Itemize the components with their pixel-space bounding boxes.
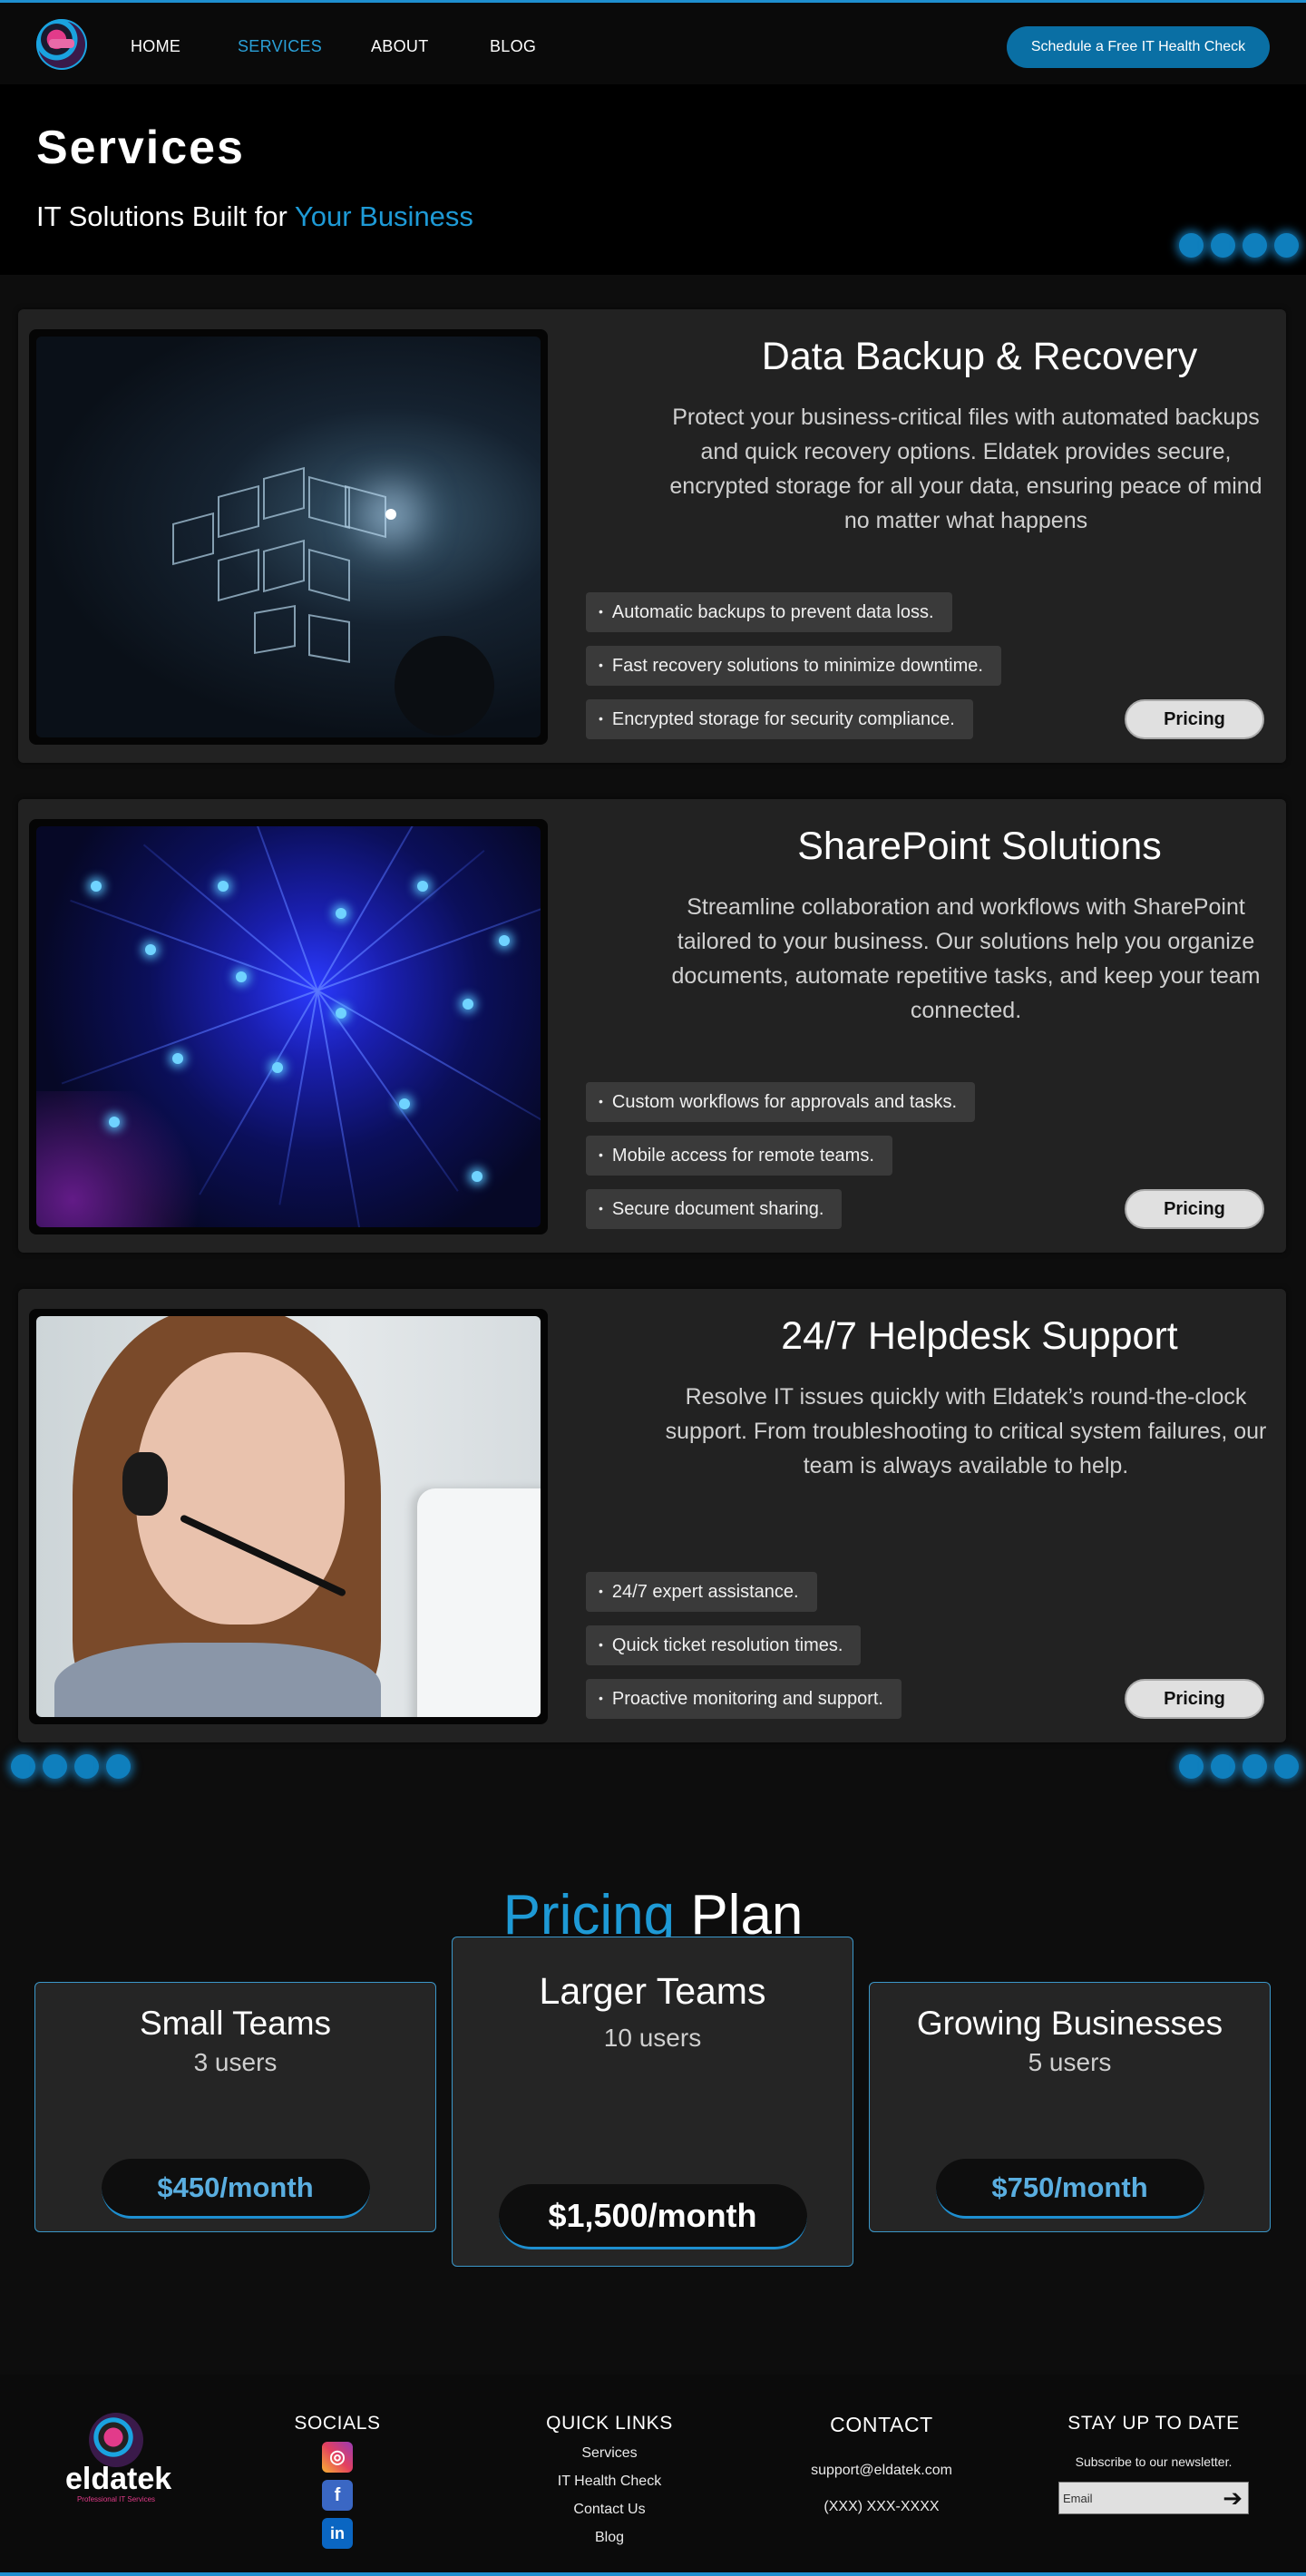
feature-item: Mobile access for remote teams. xyxy=(586,1136,892,1176)
plan-users: 5 users xyxy=(1028,2048,1112,2076)
pricing-button[interactable]: Pricing xyxy=(1125,1189,1264,1229)
page-title: Services xyxy=(36,122,245,174)
footer-socials: SOCIALS ◎ f in xyxy=(265,2413,410,2549)
decor-dots xyxy=(11,1754,131,1779)
service-description: Protect your business-critical files wit… xyxy=(669,405,1262,533)
schedule-health-check-button[interactable]: Schedule a Free IT Health Check xyxy=(1007,26,1270,68)
quick-links-heading: QUICK LINKS xyxy=(546,2413,673,2434)
plan-card-growing[interactable]: Growing Businesses 5 users $750/month xyxy=(869,1982,1271,2232)
logo-word: eldatek xyxy=(65,2462,172,2496)
feature-item: Custom workflows for approvals and tasks… xyxy=(586,1082,976,1122)
pricing-button[interactable]: Pricing xyxy=(1125,1679,1264,1719)
plan-users: 10 users xyxy=(603,2024,702,2052)
feature-item: Quick ticket resolution times. xyxy=(586,1625,862,1665)
footer-contact: CONTACT support@eldatek.com (XXX) XXX-XX… xyxy=(782,2413,981,2515)
footer-link-health-check[interactable]: IT Health Check xyxy=(528,2474,691,2490)
bottom-accent-line xyxy=(0,2572,1306,2576)
helpdesk-image xyxy=(29,1309,548,1724)
plan-price-button[interactable]: $450/month xyxy=(101,2159,370,2219)
logo-tagline: Professional IT Services xyxy=(76,2495,156,2503)
newsletter-email-input[interactable] xyxy=(1059,2483,1213,2513)
page-subtitle: IT Solutions Built for Your Business xyxy=(36,200,473,233)
plan-name: Larger Teams xyxy=(539,1970,766,2012)
facebook-icon[interactable]: f xyxy=(322,2480,353,2511)
plan-users: 3 users xyxy=(193,2048,278,2076)
newsletter-form: ➔ xyxy=(1058,2482,1249,2514)
top-nav: HOME SERVICES ABOUT BLOG Schedule a Free… xyxy=(0,3,1306,84)
service-title: Data Backup & Recovery xyxy=(761,335,1198,378)
footer: eldatek Professional IT Services SOCIALS… xyxy=(0,2375,1306,2572)
linkedin-icon[interactable]: in xyxy=(322,2518,353,2549)
plan-name: Small Teams xyxy=(139,2005,332,2042)
footer-link-contact[interactable]: Contact Us xyxy=(528,2502,691,2518)
logo-mark-icon xyxy=(89,2413,143,2467)
feature-item: Fast recovery solutions to minimize down… xyxy=(586,646,1001,686)
footer-link-services[interactable]: Services xyxy=(528,2445,691,2462)
services-section: Data Backup & Recovery Protect your busi… xyxy=(0,275,1306,1858)
footer-link-blog[interactable]: Blog xyxy=(528,2530,691,2546)
plan-card-small[interactable]: Small Teams 3 users $450/month xyxy=(34,1982,436,2232)
decor-dots xyxy=(1179,233,1299,258)
nav-links: HOME SERVICES ABOUT BLOG xyxy=(131,37,536,56)
footer-logo[interactable]: eldatek Professional IT Services xyxy=(65,2413,172,2503)
socials-heading: SOCIALS xyxy=(294,2413,381,2434)
nav-about[interactable]: ABOUT xyxy=(371,37,490,56)
backup-image xyxy=(29,329,548,745)
service-card-helpdesk: 24/7 Helpdesk Support Resolve IT issues … xyxy=(18,1289,1286,1742)
service-title: 24/7 Helpdesk Support xyxy=(781,1314,1178,1358)
sharepoint-image xyxy=(29,819,548,1234)
nav-blog[interactable]: BLOG xyxy=(490,37,536,56)
nav-services[interactable]: SERVICES xyxy=(238,37,371,56)
contact-phone[interactable]: (XXX) XXX-XXXX xyxy=(782,2499,981,2515)
contact-heading: CONTACT xyxy=(830,2413,933,2436)
decor-dots xyxy=(1179,1754,1299,1779)
newsletter-heading: STAY UP TO DATE xyxy=(1067,2413,1240,2434)
service-card-backup: Data Backup & Recovery Protect your busi… xyxy=(18,309,1286,763)
service-title: SharePoint Solutions xyxy=(797,825,1162,868)
plan-price-button[interactable]: $1,500/month xyxy=(498,2184,807,2249)
feature-item: Automatic backups to prevent data loss. xyxy=(586,592,952,632)
instagram-icon[interactable]: ◎ xyxy=(322,2442,353,2473)
feature-item: Secure document sharing. xyxy=(586,1189,843,1229)
subtitle-prefix: IT Solutions Built for xyxy=(36,200,295,232)
plan-card-large[interactable]: Larger Teams 10 users $1,500/month xyxy=(452,1937,853,2267)
contact-email[interactable]: support@eldatek.com xyxy=(782,2463,981,2479)
feature-list: Custom workflows for approvals and tasks… xyxy=(586,1082,976,1243)
pricing-button[interactable]: Pricing xyxy=(1125,699,1264,739)
feature-list: 24/7 expert assistance. Quick ticket res… xyxy=(586,1572,902,1732)
feature-item: Proactive monitoring and support. xyxy=(586,1679,902,1719)
feature-item: Encrypted storage for security complianc… xyxy=(586,699,973,739)
newsletter-subtitle: Subscribe to our newsletter. xyxy=(1075,2454,1233,2469)
service-card-sharepoint: SharePoint Solutions Streamline collabor… xyxy=(18,799,1286,1253)
hero: Services IT Solutions Built for Your Bus… xyxy=(0,84,1306,275)
arrow-right-icon[interactable]: ➔ xyxy=(1223,2485,1243,2511)
pricing-section: Pricing Plan Small Teams 3 users $450/mo… xyxy=(0,1858,1306,2375)
service-description: Streamline collaboration and workflows w… xyxy=(671,894,1261,1023)
feature-list: Automatic backups to prevent data loss. … xyxy=(586,592,1001,753)
service-description: Resolve IT issues quickly with Eldatek’s… xyxy=(665,1384,1267,1478)
nav-home[interactable]: HOME xyxy=(131,37,238,56)
footer-quick-links: QUICK LINKS Services IT Health Check Con… xyxy=(528,2413,691,2546)
logo[interactable] xyxy=(36,19,87,70)
plan-price-button[interactable]: $750/month xyxy=(935,2159,1204,2219)
footer-newsletter: STAY UP TO DATE Subscribe to our newslet… xyxy=(1054,2413,1253,2514)
feature-item: 24/7 expert assistance. xyxy=(586,1572,817,1612)
subtitle-accent: Your Business xyxy=(294,200,473,232)
plan-name: Growing Businesses xyxy=(916,2005,1223,2042)
